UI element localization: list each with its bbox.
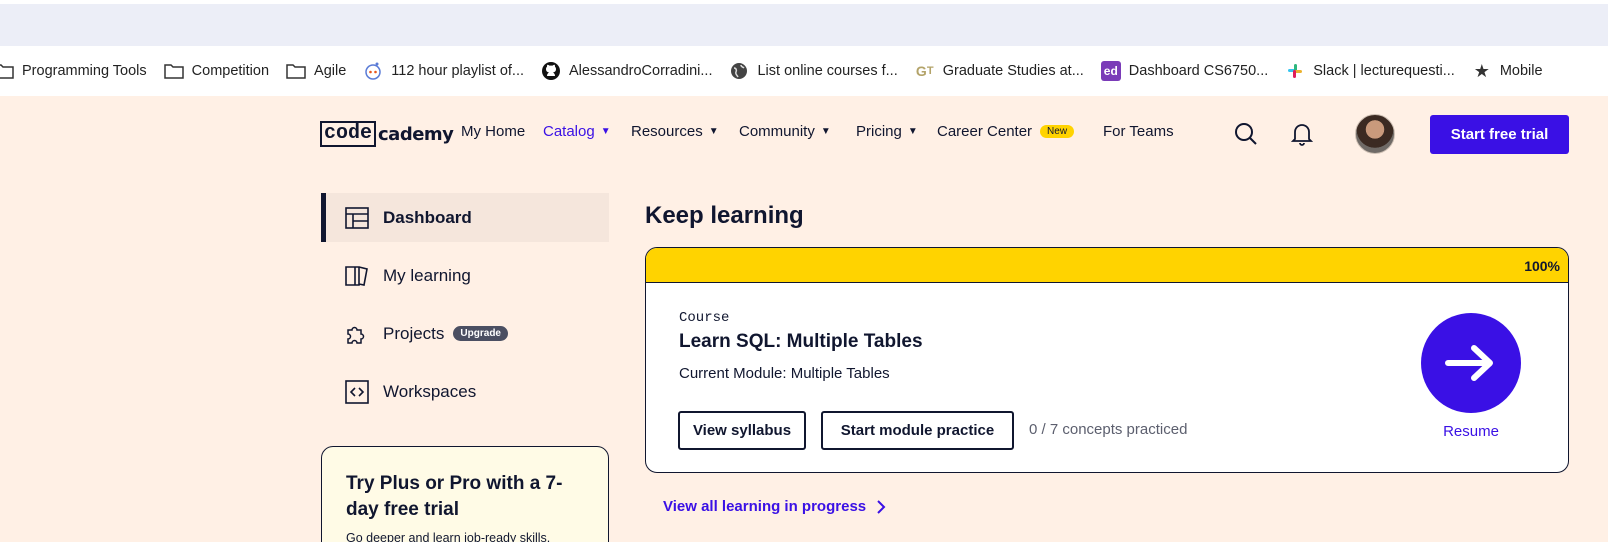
search-icon[interactable] xyxy=(1232,120,1260,148)
course-type-label: Course xyxy=(679,310,730,326)
globe-icon xyxy=(731,63,748,79)
sidebar-item-label: Dashboard xyxy=(383,207,472,227)
bookmark-online-courses[interactable]: List online courses f... xyxy=(729,61,898,81)
nav-catalog-label: Catalog xyxy=(543,123,595,140)
bookmark-playlist[interactable]: 112 hour playlist of... xyxy=(363,61,524,81)
code-icon xyxy=(345,379,369,404)
slack-icon xyxy=(1288,64,1303,78)
nav-pricing-label: Pricing xyxy=(856,123,902,140)
sidebar-item-projects[interactable]: Projects Upgrade xyxy=(321,309,609,358)
nav-for-teams-label: For Teams xyxy=(1103,123,1174,140)
caret-down-icon: ▼ xyxy=(708,126,719,137)
nav-my-home[interactable]: My Home xyxy=(461,123,525,140)
bookmark-label: Mobile xyxy=(1499,63,1543,79)
bookmark-slack[interactable]: Slack | lecturequesti... xyxy=(1285,61,1455,81)
logo-code: code xyxy=(320,121,377,147)
sidebar-item-workspaces[interactable]: Workspaces xyxy=(321,367,609,416)
nav-catalog[interactable]: Catalog ▼ xyxy=(543,123,611,140)
puzzle-icon xyxy=(347,326,365,344)
star-icon: ★ xyxy=(1473,60,1490,81)
bookmark-competition[interactable]: Competition xyxy=(163,63,270,79)
start-free-trial-button[interactable]: Start free trial xyxy=(1430,115,1569,154)
trial-promo-card: Try Plus or Pro with a 7-day free trial … xyxy=(321,446,609,542)
logo-cademy: cademy xyxy=(378,123,454,145)
bookmark-label: AlessandroCorradini... xyxy=(569,63,713,79)
nav-for-teams[interactable]: For Teams xyxy=(1103,123,1174,140)
dashboard-icon xyxy=(345,206,369,229)
bookmark-label: Agile xyxy=(314,63,347,79)
github-icon xyxy=(542,62,561,80)
view-all-label: View all learning in progress xyxy=(663,498,867,515)
nav-career-center-label: Career Center xyxy=(937,123,1033,140)
bookmark-mobile[interactable]: ★ Mobile xyxy=(1472,61,1543,81)
nav-resources-label: Resources xyxy=(631,123,703,140)
bookmark-label: Dashboard CS6750... xyxy=(1128,63,1269,79)
codecademy-page: code cademy My Home Catalog ▼ Resources ▼ C… xyxy=(0,96,1608,542)
bookmark-github[interactable]: AlessandroCorradini... xyxy=(541,61,712,81)
folder-icon xyxy=(163,64,184,79)
arrow-right-icon xyxy=(1445,345,1493,381)
book-icon xyxy=(345,265,368,286)
sidebar-item-label: Workspaces xyxy=(383,381,477,401)
folder-icon xyxy=(286,64,306,79)
avatar[interactable] xyxy=(1355,114,1395,154)
start-module-practice-button[interactable]: Start module practice xyxy=(821,411,1014,450)
codecademy-logo[interactable]: code cademy xyxy=(320,120,454,148)
bookmarks-bar: Programming Tools Competition Agile 112 … xyxy=(0,46,1608,96)
bookmark-label: List online courses f... xyxy=(757,63,898,79)
upgrade-badge: Upgrade xyxy=(453,326,508,341)
bell-icon[interactable] xyxy=(1288,120,1316,148)
current-module: Current Module: Multiple Tables xyxy=(679,365,890,382)
caret-down-icon: ▼ xyxy=(820,126,831,137)
caret-down-icon: ▼ xyxy=(600,126,611,137)
concepts-practiced: 0 / 7 concepts practiced xyxy=(1029,421,1188,438)
course-card: 100% Course Learn SQL: Multiple Tables C… xyxy=(645,247,1569,473)
sidebar-item-dashboard[interactable]: Dashboard xyxy=(321,193,609,242)
course-title: Learn SQL: Multiple Tables xyxy=(679,331,923,352)
browser-tab-strip xyxy=(0,4,1608,46)
bookmark-label: 112 hour playlist of... xyxy=(391,63,525,79)
promo-text: Go deeper and learn job-ready skills. xyxy=(346,531,551,542)
promo-title: Try Plus or Pro with a 7-day free trial xyxy=(346,473,563,520)
bookmark-label: Graduate Studies at... xyxy=(942,63,1084,79)
nav-resources[interactable]: Resources ▼ xyxy=(631,123,719,140)
resume-link[interactable]: Resume xyxy=(1441,423,1501,440)
bookmark-programming-tools[interactable]: Programming Tools xyxy=(0,63,147,79)
progress-percent: 100% xyxy=(1524,258,1560,274)
bookmark-label: Competition xyxy=(191,63,270,79)
bookmark-ed-dashboard[interactable]: ed Dashboard CS6750... xyxy=(1100,61,1269,81)
nav-pricing[interactable]: Pricing ▼ xyxy=(856,123,918,140)
sidebar-item-label: My learning xyxy=(383,265,471,285)
nav-my-home-label: My Home xyxy=(461,123,526,140)
sidebar-item-my-learning[interactable]: My learning xyxy=(321,251,609,300)
bookmark-label: Slack | lecturequesti... xyxy=(1313,63,1455,79)
nav-career-center[interactable]: Career Center New xyxy=(937,123,1075,140)
bookmark-label: Programming Tools xyxy=(22,63,147,79)
new-badge: New xyxy=(1040,125,1075,138)
caret-down-icon: ▼ xyxy=(907,126,918,137)
reddit-icon xyxy=(365,62,382,80)
nav-community[interactable]: Community ▼ xyxy=(739,123,831,140)
view-syllabus-button[interactable]: View syllabus xyxy=(678,411,806,450)
bookmark-agile[interactable]: Agile xyxy=(286,63,346,79)
bookmark-graduate-studies[interactable]: GT Graduate Studies at... xyxy=(915,61,1084,81)
folder-icon xyxy=(0,64,14,79)
sidebar-item-label: Projects xyxy=(383,323,445,343)
keep-learning-heading: Keep learning xyxy=(645,202,804,229)
ed-icon: ed xyxy=(1100,61,1121,81)
nav-community-label: Community xyxy=(739,123,815,140)
view-all-learning-link[interactable]: View all learning in progress xyxy=(663,498,886,515)
chevron-right-icon xyxy=(877,499,886,514)
gt-icon: GT xyxy=(915,63,934,79)
resume-button[interactable] xyxy=(1421,313,1521,413)
progress-bar: 100% xyxy=(646,248,1568,283)
